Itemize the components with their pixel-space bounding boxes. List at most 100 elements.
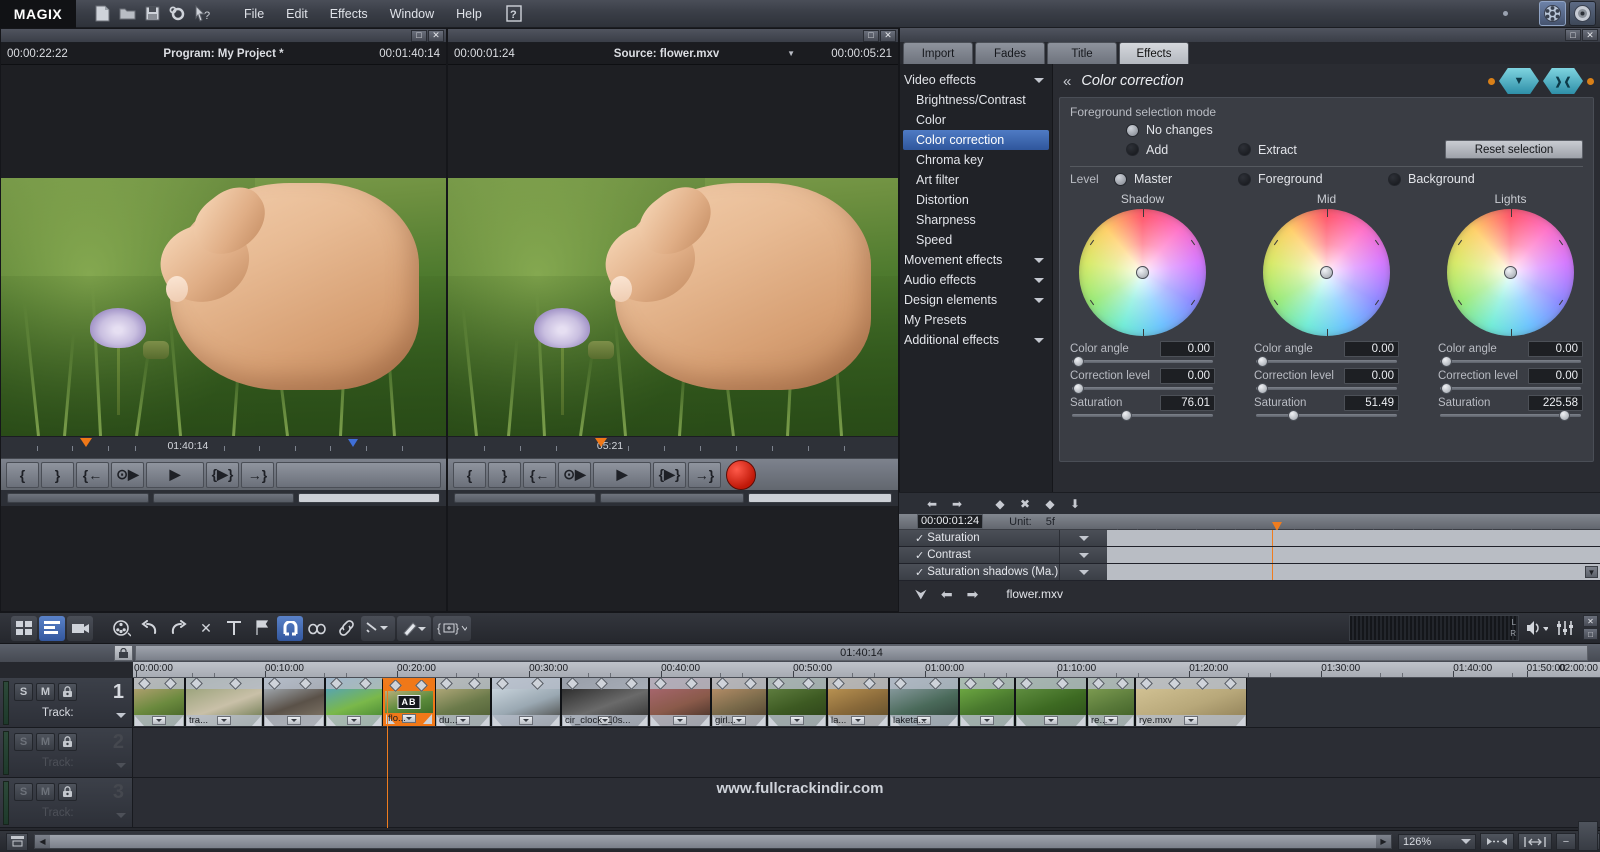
track-2-lane[interactable] — [133, 728, 1600, 777]
program-range-marker[interactable] — [348, 439, 358, 447]
prev-keyframe-icon[interactable]: ⬅ — [921, 495, 943, 513]
clip-fade-out-handle[interactable] — [1076, 716, 1085, 726]
track-1-mute-button[interactable]: M — [36, 683, 55, 701]
effects-close-icon[interactable]: ✕ — [1582, 29, 1598, 41]
source-close-icon[interactable]: ✕ — [880, 30, 896, 42]
program-prev-button[interactable]: {← — [76, 462, 109, 488]
question-mark-icon[interactable]: ? — [503, 4, 525, 24]
source-loop-play-button[interactable]: ⊙▶ — [558, 462, 591, 488]
program-set-out-button[interactable]: } — [41, 462, 74, 488]
timeline-close-icon[interactable]: ✕ — [1583, 615, 1598, 627]
zoom-level-selector[interactable]: 126% — [1398, 834, 1476, 850]
clip-fade-out-handle[interactable] — [550, 716, 559, 726]
pan-icon[interactable] — [1480, 833, 1514, 850]
shadow-correction-level-slider[interactable] — [1072, 387, 1213, 390]
statusbar-corner-button[interactable] — [1578, 821, 1598, 851]
wheel-handle-mid[interactable] — [1320, 266, 1333, 279]
tree-item-additional-effects[interactable]: Additional effects — [900, 330, 1052, 350]
clip-fade-out-handle[interactable] — [700, 716, 709, 726]
source-hscroll-right[interactable] — [748, 493, 892, 503]
select-keyframe-icon[interactable]: ◆ — [1039, 495, 1061, 513]
volume-icon[interactable] — [1523, 615, 1551, 641]
redo-icon[interactable] — [165, 616, 191, 641]
keyframe-dropdown-saturation-shadows[interactable] — [1059, 564, 1107, 580]
scroll-right-icon[interactable]: ▶ — [1376, 835, 1391, 848]
source-scrubber[interactable]: 05:21 — [448, 436, 898, 458]
checkbox-icon[interactable]: ✓ — [915, 549, 924, 562]
source-next-frame-button[interactable]: {▶} — [653, 462, 686, 488]
program-transport-extra[interactable] — [276, 462, 441, 488]
program-maximize-icon[interactable]: □ — [411, 30, 427, 42]
clip-fade-out-handle[interactable] — [878, 716, 887, 726]
source-hscroll-left[interactable] — [454, 493, 596, 503]
timeline-clip[interactable] — [1015, 678, 1087, 726]
radio-background[interactable] — [1388, 173, 1401, 186]
track-3-menu-icon[interactable] — [116, 813, 126, 818]
record-button[interactable] — [726, 460, 756, 490]
disc-burn-icon[interactable] — [1569, 1, 1596, 26]
shadow-saturation-value[interactable]: 76.01 — [1160, 395, 1215, 411]
marker-flag-icon[interactable] — [249, 616, 275, 641]
wheel-handle-shadow[interactable] — [1136, 266, 1149, 279]
source-play-button[interactable]: ▶ — [593, 462, 651, 488]
shadow-color-angle-value[interactable]: 0.00 — [1160, 341, 1215, 357]
keyframe-row-label-saturation-shadows[interactable]: ✓ Saturation shadows (Ma.) — [899, 564, 1059, 580]
radio-add[interactable] — [1126, 143, 1139, 156]
magnet-snap-icon[interactable] — [277, 616, 303, 641]
effects-maximize-icon[interactable]: □ — [1565, 29, 1581, 41]
color-wheel-lights[interactable] — [1447, 209, 1574, 336]
track-2-menu-icon[interactable] — [116, 763, 126, 768]
clip-fade-in-handle[interactable] — [135, 716, 144, 726]
clip-menu-icon[interactable] — [790, 716, 804, 725]
menu-effects[interactable]: Effects — [319, 4, 379, 24]
color-wheel-mid[interactable] — [1263, 209, 1390, 336]
timeline-clip[interactable]: cir_clock_10s... — [561, 678, 649, 726]
tree-item-my-presets[interactable]: My Presets — [900, 310, 1052, 330]
clip-fade-out-handle[interactable] — [1124, 716, 1133, 726]
title-text-icon[interactable] — [221, 616, 247, 641]
timeline-clip[interactable]: rye.mxv — [1135, 678, 1247, 726]
timeline-clip[interactable] — [325, 678, 383, 726]
timeline-clip[interactable] — [959, 678, 1015, 726]
chevron-down-icon[interactable] — [1034, 278, 1044, 283]
source-dropdown-icon[interactable]: ▼ — [787, 49, 795, 58]
keyframe-lane-saturation-shadows[interactable]: ▼ — [1107, 564, 1600, 580]
clip-fade-in-handle[interactable] — [961, 716, 970, 726]
timeline-clip[interactable] — [649, 678, 711, 726]
reset-selection-button[interactable]: Reset selection — [1445, 140, 1583, 159]
clip-fade-out-handle[interactable] — [314, 716, 323, 726]
clip-menu-icon[interactable] — [519, 716, 533, 725]
tree-item-color-correction[interactable]: Color correction — [903, 130, 1049, 150]
clip-fade-in-handle[interactable] — [651, 716, 660, 726]
mid-correction-level-value[interactable]: 0.00 — [1344, 368, 1399, 384]
settings-gear-icon[interactable] — [166, 3, 189, 25]
tree-item-movement-effects[interactable]: Movement effects — [900, 250, 1052, 270]
chevron-down-icon[interactable] — [1461, 839, 1471, 844]
lights-color-angle-slider[interactable] — [1440, 360, 1581, 363]
clip-fade-out-handle[interactable] — [252, 716, 261, 726]
tree-item-brightness-contrast[interactable]: Brightness/Contrast — [900, 90, 1052, 110]
keyframe-row-label-contrast[interactable]: ✓ Contrast — [899, 547, 1059, 563]
program-hscroll-mid[interactable] — [153, 493, 295, 503]
track-2-mute-button[interactable]: M — [36, 733, 55, 751]
fit-screen-icon[interactable] — [1518, 833, 1552, 850]
range-lock-icon[interactable] — [114, 645, 133, 661]
source-playhead-marker[interactable] — [595, 438, 607, 447]
timeline-view-icon[interactable] — [39, 616, 65, 641]
source-prev-button[interactable]: {← — [523, 462, 556, 488]
source-set-out-button[interactable]: } — [488, 462, 521, 488]
track-1-lane[interactable]: tra...flo...ABdu...cir_clock_10s...girl.… — [133, 678, 1600, 727]
new-document-icon[interactable] — [91, 3, 114, 25]
keyframe-timecode[interactable]: 00:00:01:24 — [917, 514, 983, 529]
checkbox-icon[interactable]: ✓ — [915, 566, 924, 579]
keyframe-dropdown-contrast[interactable] — [1059, 547, 1107, 563]
mixer-icon[interactable] — [1551, 615, 1579, 641]
clip-fade-in-handle[interactable] — [265, 716, 274, 726]
help-cursor-icon[interactable]: ? — [191, 3, 214, 25]
clip-fade-out-handle[interactable] — [1004, 716, 1013, 726]
move-down-icon[interactable]: ⬇ — [1064, 495, 1086, 513]
program-play-button[interactable]: ▶ — [146, 462, 204, 488]
add-keyframe-icon[interactable]: ◆ — [989, 495, 1011, 513]
tab-effects[interactable]: Effects — [1119, 42, 1189, 64]
timeline-clip[interactable] — [263, 678, 325, 726]
